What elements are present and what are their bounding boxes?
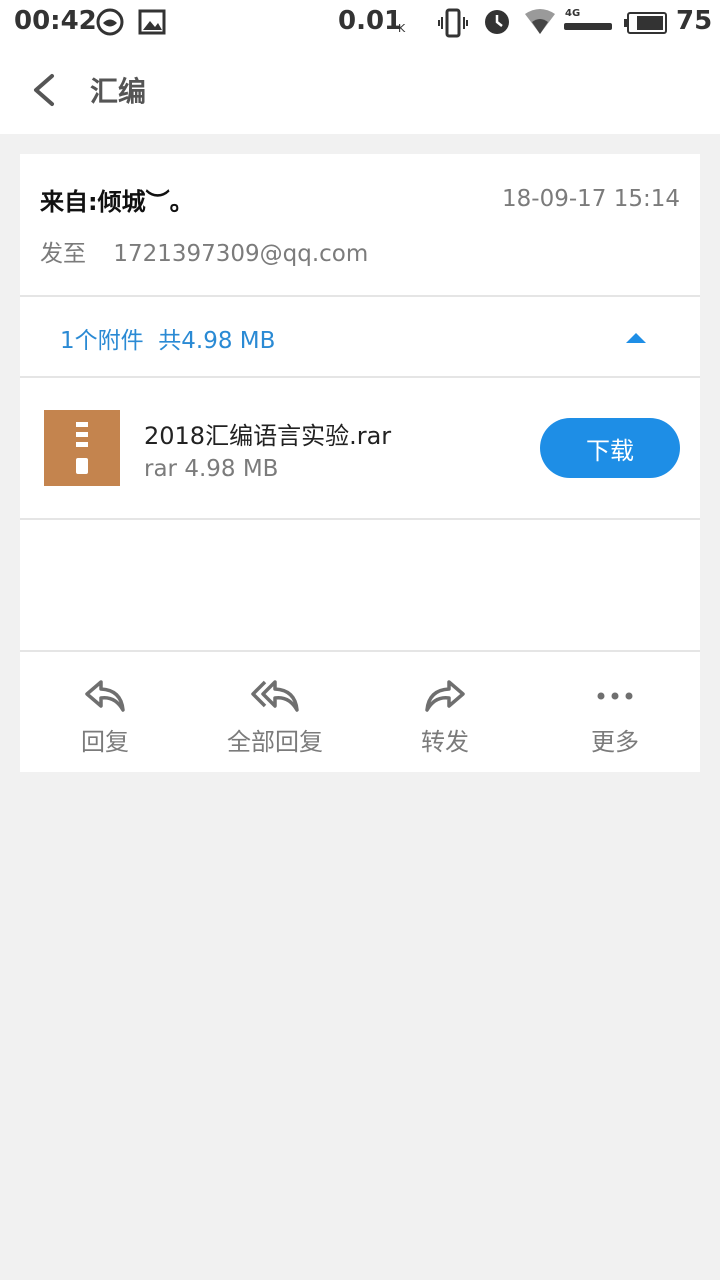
reply-all-button[interactable]: 全部回复: [190, 652, 360, 772]
page-title: 汇编: [90, 75, 147, 108]
alarm-icon: [485, 10, 509, 34]
reply-label: 回复: [81, 728, 129, 756]
reply-all-icon: [251, 680, 299, 712]
back-arrow-icon[interactable]: [26, 70, 66, 110]
mail-card: 来自:倾城︶。 18-09-17 15:14 发至 1721397309@qq.…: [20, 154, 700, 772]
more-icon: [597, 692, 633, 700]
battery-level: 75: [676, 6, 713, 36]
more-label: 更多: [591, 728, 639, 756]
wifi-icon: [525, 9, 555, 34]
reply-all-label: 全部回复: [227, 728, 323, 756]
attachment-meta: rar 4.98 MB: [144, 456, 279, 482]
status-time: 00:42: [14, 6, 97, 36]
image-icon: [138, 9, 166, 35]
forward-button[interactable]: 转发: [360, 652, 530, 772]
moto-icon: [96, 8, 124, 36]
divider: [20, 518, 700, 520]
attachment-item[interactable]: 2018汇编语言实验.rar rar 4.98 MB 下载: [20, 378, 700, 518]
attachment-summary[interactable]: 1个附件 共4.98 MB: [20, 297, 700, 377]
sender: 来自:倾城︶。: [40, 188, 194, 216]
forward-icon: [425, 680, 465, 712]
network-speed: 0.01: [338, 6, 403, 36]
recipient-address[interactable]: 1721397309@qq.com: [113, 241, 368, 267]
battery-icon: [624, 12, 667, 34]
action-bar: 回复 全部回复 转发 更多: [20, 652, 700, 772]
mail-date: 18-09-17 15:14: [502, 186, 680, 212]
archive-file-icon: [44, 410, 120, 486]
recipient-label: 发至: [40, 241, 86, 267]
network-type: 4G: [565, 8, 581, 19]
network-speed-unit: K: [398, 22, 406, 35]
status-bar: 00:42 0.01 K 4G 75: [0, 0, 720, 48]
reply-icon: [85, 680, 125, 712]
recipient-row: 发至 1721397309@qq.com: [40, 234, 368, 268]
attachment-summary-text: 1个附件 共4.98 MB: [60, 328, 276, 354]
vibrate-icon: [438, 8, 468, 38]
more-button[interactable]: 更多: [530, 652, 700, 772]
forward-label: 转发: [421, 728, 469, 756]
collapse-arrow-icon[interactable]: [624, 331, 648, 345]
download-button[interactable]: 下载: [540, 418, 680, 478]
signal-icon: [564, 23, 612, 30]
attachment-name: 2018汇编语言实验.rar: [144, 422, 392, 450]
reply-button[interactable]: 回复: [20, 652, 190, 772]
app-bar: 汇编: [0, 48, 720, 134]
